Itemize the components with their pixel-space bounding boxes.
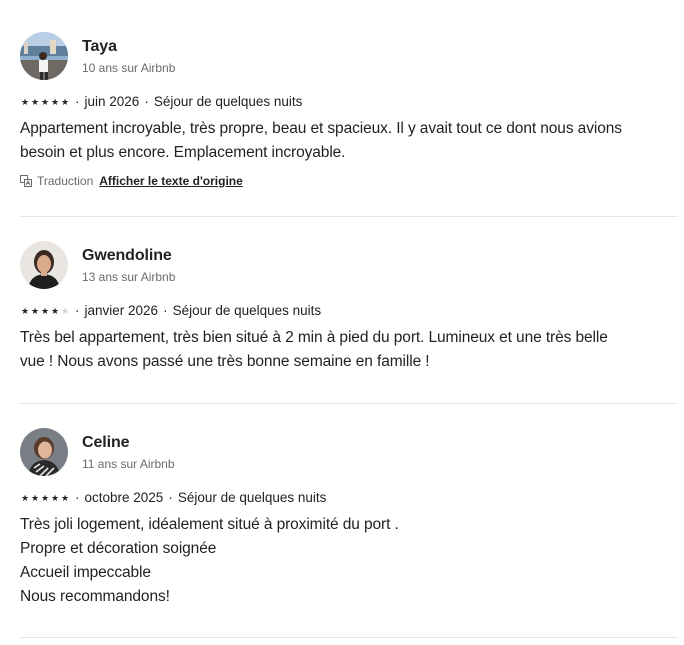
star-icon: ★ bbox=[30, 306, 40, 316]
star-icon: ★ bbox=[20, 97, 30, 107]
review-header: Celine 11 ans sur Airbnb bbox=[20, 427, 678, 477]
reviewer-tenure: 11 ans sur Airbnb bbox=[82, 456, 175, 471]
star-icon: ★ bbox=[30, 97, 40, 107]
review-text-line: Très bel appartement, très bien situé à … bbox=[20, 329, 608, 346]
reviewer-name[interactable]: Celine bbox=[82, 433, 175, 453]
divider bbox=[20, 637, 678, 638]
separator: · bbox=[144, 94, 149, 109]
star-icon: ★ bbox=[40, 493, 50, 503]
reviewer-tenure: 10 ans sur Airbnb bbox=[82, 60, 176, 75]
separator: · bbox=[163, 303, 168, 318]
review-text-line: Propre et décoration soignée bbox=[20, 540, 217, 557]
star-icon: ★ bbox=[40, 97, 50, 107]
star-icon: ★ bbox=[50, 493, 60, 503]
translate-icon bbox=[20, 175, 32, 187]
reviews-list: Taya 10 ans sur Airbnb ★ ★ ★ ★ ★ · juin 2026… bbox=[0, 0, 684, 645]
translation-row: Traduction Afficher le texte d'origine bbox=[20, 173, 678, 189]
divider bbox=[20, 403, 678, 404]
divider bbox=[20, 216, 678, 217]
separator: · bbox=[168, 490, 173, 505]
reviewer-name[interactable]: Gwendoline bbox=[82, 246, 175, 266]
review-text-line: Accueil impeccable bbox=[20, 564, 151, 581]
review-date: janvier 2026 bbox=[84, 303, 159, 318]
avatar[interactable] bbox=[20, 32, 68, 80]
review-text: Appartement incroyable, très propre, bea… bbox=[20, 117, 678, 165]
profile-photo-icon bbox=[20, 241, 68, 289]
separator: · bbox=[75, 94, 80, 109]
avatar[interactable] bbox=[20, 241, 68, 289]
avatar[interactable] bbox=[20, 428, 68, 476]
review-meta: ★ ★ ★ ★ ★ · janvier 2026 · Séjour de quelque… bbox=[20, 302, 678, 320]
review-text-line: vue ! Nous avons passé une très bonne se… bbox=[20, 353, 430, 370]
stay-length: Séjour de quelques nuits bbox=[177, 490, 327, 505]
translation-label: Traduction bbox=[37, 174, 94, 188]
review-text: Très joli logement, idéalement situé à p… bbox=[20, 513, 678, 609]
review-card: Celine 11 ans sur Airbnb ★ ★ ★ ★ ★ · octobre… bbox=[20, 427, 678, 609]
reviewer-tenure: 13 ans sur Airbnb bbox=[82, 269, 176, 284]
star-rating: ★ ★ ★ ★ ★ bbox=[20, 493, 70, 503]
star-icon: ★ bbox=[20, 493, 30, 503]
stay-length: Séjour de quelques nuits bbox=[153, 94, 303, 109]
review-text-line: Appartement incroyable, très propre, bea… bbox=[20, 120, 622, 137]
review-meta: ★ ★ ★ ★ ★ · octobre 2025 · Séjour de quelque… bbox=[20, 489, 678, 507]
stay-length: Séjour de quelques nuits bbox=[172, 303, 322, 318]
star-icon: ★ bbox=[40, 306, 50, 316]
review-text-line: besoin et plus encore. Emplacement incro… bbox=[20, 144, 346, 161]
review-header: Gwendoline 13 ans sur Airbnb bbox=[20, 240, 678, 290]
profile-photo-icon bbox=[20, 32, 68, 80]
reviewer-info: Taya 10 ans sur Airbnb bbox=[82, 37, 175, 76]
reviewer-info: Gwendoline 13 ans sur Airbnb bbox=[82, 246, 175, 285]
review-text-line: Nous recommandons! bbox=[20, 588, 170, 605]
star-icon: ★ bbox=[60, 97, 70, 107]
review-card: Taya 10 ans sur Airbnb ★ ★ ★ ★ ★ · juin 2026… bbox=[20, 31, 678, 189]
separator: · bbox=[75, 303, 80, 318]
star-rating: ★ ★ ★ ★ ★ bbox=[20, 306, 70, 316]
star-icon: ★ bbox=[20, 306, 30, 316]
review-meta: ★ ★ ★ ★ ★ · juin 2026 · Séjour de quelques n… bbox=[20, 93, 678, 111]
review-card: Gwendoline 13 ans sur Airbnb ★ ★ ★ ★ ★ · jan… bbox=[20, 240, 678, 374]
reviewer-info: Celine 11 ans sur Airbnb bbox=[82, 433, 175, 472]
review-date: octobre 2025 bbox=[84, 490, 164, 505]
review-header: Taya 10 ans sur Airbnb bbox=[20, 31, 678, 81]
reviewer-name[interactable]: Taya bbox=[82, 37, 175, 57]
star-icon: ★ bbox=[50, 306, 60, 316]
review-text: Très bel appartement, très bien situé à … bbox=[20, 326, 678, 374]
star-icon: ★ bbox=[60, 306, 70, 316]
review-date: juin 2026 bbox=[84, 94, 140, 109]
star-icon: ★ bbox=[50, 97, 60, 107]
review-text-line: Très joli logement, idéalement situé à p… bbox=[20, 516, 399, 533]
star-icon: ★ bbox=[30, 493, 40, 503]
profile-photo-icon bbox=[20, 428, 68, 476]
star-icon: ★ bbox=[60, 493, 70, 503]
star-rating: ★ ★ ★ ★ ★ bbox=[20, 97, 70, 107]
separator: · bbox=[75, 490, 80, 505]
show-original-link[interactable]: Afficher le texte d'origine bbox=[99, 173, 243, 189]
